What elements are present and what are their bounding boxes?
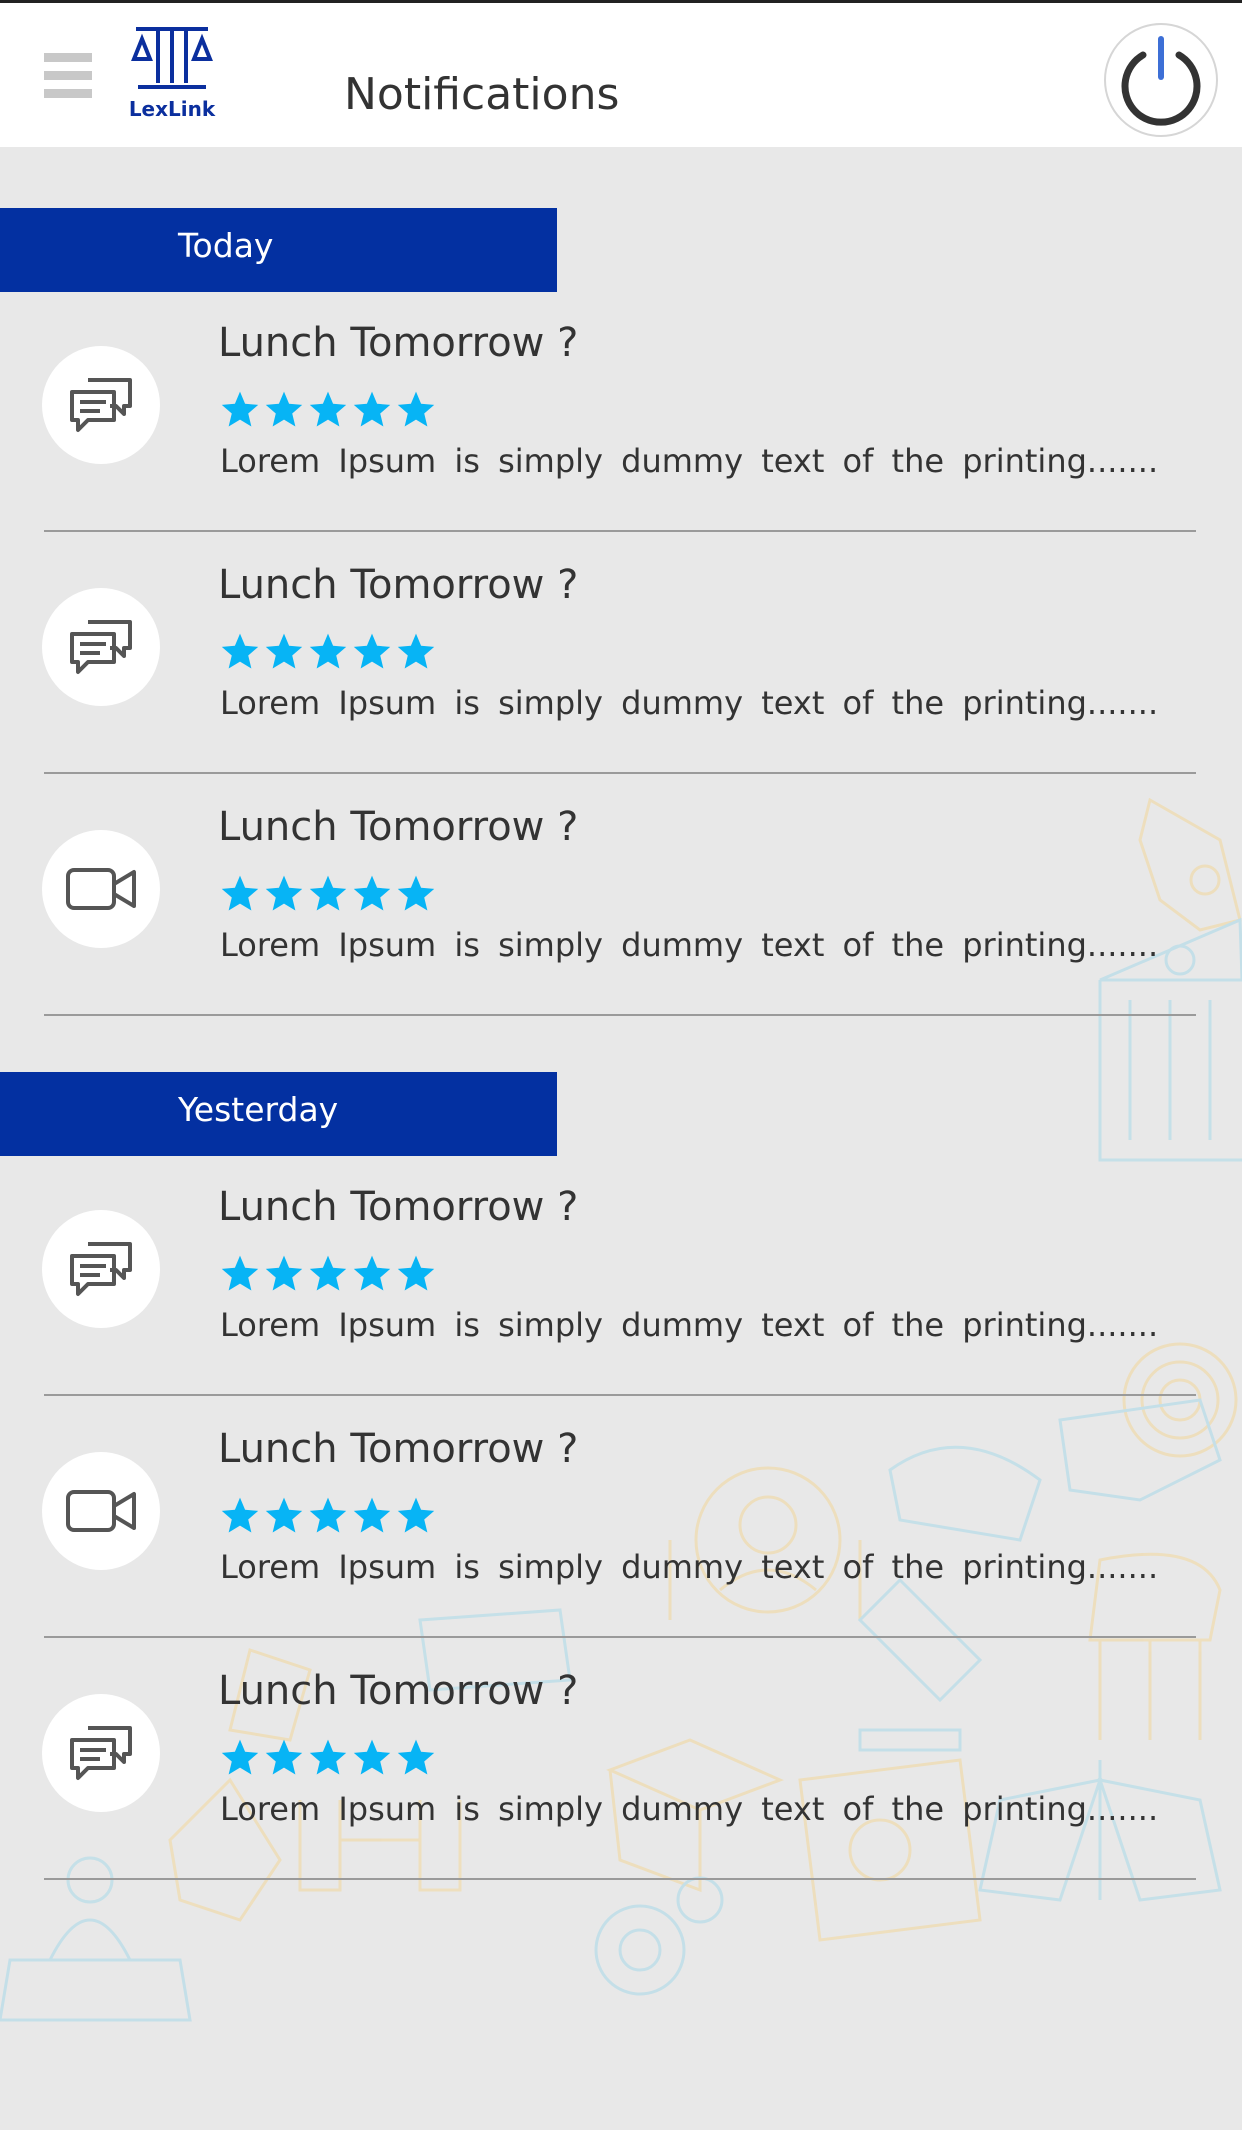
divider [44,772,1196,774]
star-icon [351,631,393,673]
notification-title: Lunch Tomorrow ? [218,1668,579,1714]
notification-avatar [42,830,160,948]
video-camera-icon [66,854,136,924]
star-rating [219,631,439,673]
star-rating [219,873,439,915]
star-icon [219,631,261,673]
star-icon [307,389,349,431]
notification-title: Lunch Tomorrow ? [218,562,579,608]
star-icon [351,389,393,431]
star-icon [219,1737,261,1779]
star-icon [351,873,393,915]
app-header: LexLink Notifications [0,3,1242,147]
notification-item[interactable]: Lunch Tomorrow ? Lorem Ipsum is simply du… [0,292,1242,534]
notification-avatar [42,588,160,706]
notification-title: Lunch Tomorrow ? [218,1184,579,1230]
star-icon [219,389,261,431]
star-icon [263,1495,305,1537]
star-icon [263,389,305,431]
notification-preview-text: Lorem Ipsum is simply dummy text of the … [220,1790,1159,1828]
scales-logo-icon [131,27,213,89]
star-icon [307,873,349,915]
divider [44,1636,1196,1638]
star-icon [219,1495,261,1537]
notification-preview-text: Lorem Ipsum is simply dummy text of the … [220,926,1159,964]
star-icon [351,1737,393,1779]
notification-preview-text: Lorem Ipsum is simply dummy text of the … [220,684,1159,722]
divider [44,1394,1196,1396]
notification-preview-text: Lorem Ipsum is simply dummy text of the … [220,1548,1159,1586]
chat-bubbles-icon [66,1234,136,1304]
star-rating [219,389,439,431]
star-icon [395,631,437,673]
video-camera-icon [66,1476,136,1546]
star-icon [263,873,305,915]
star-rating [219,1495,439,1537]
section-header: Yesterday [0,1072,557,1156]
star-icon [263,1737,305,1779]
notification-title: Lunch Tomorrow ? [218,804,579,850]
notification-avatar [42,1452,160,1570]
star-rating [219,1737,439,1779]
section-label: Yesterday [178,1090,339,1129]
star-icon [395,389,437,431]
star-icon [219,1253,261,1295]
page-title: Notifications [344,69,620,120]
star-icon [307,1495,349,1537]
power-button[interactable] [1104,23,1218,137]
star-icon [395,1495,437,1537]
notification-avatar [42,346,160,464]
divider [44,1014,1196,1016]
star-icon [263,631,305,673]
notification-item[interactable]: Lunch Tomorrow ? Lorem Ipsum is simply du… [0,776,1242,1018]
star-icon [395,1253,437,1295]
notification-preview-text: Lorem Ipsum is simply dummy text of the … [220,442,1159,480]
section-label: Today [178,226,274,265]
star-icon [263,1253,305,1295]
star-rating [219,1253,439,1295]
chat-bubbles-icon [66,612,136,682]
star-icon [351,1253,393,1295]
star-icon [219,873,261,915]
divider [44,530,1196,532]
divider [44,1878,1196,1880]
section-header: Today [0,208,557,292]
notification-title: Lunch Tomorrow ? [218,1426,579,1472]
notification-item[interactable]: Lunch Tomorrow ? Lorem Ipsum is simply du… [0,534,1242,776]
star-icon [307,1737,349,1779]
notification-title: Lunch Tomorrow ? [218,320,579,366]
star-icon [351,1495,393,1537]
chat-bubbles-icon [66,370,136,440]
notification-avatar [42,1210,160,1328]
notification-avatar [42,1694,160,1812]
notification-item[interactable]: Lunch Tomorrow ? Lorem Ipsum is simply du… [0,1156,1242,1398]
notification-item[interactable]: Lunch Tomorrow ? Lorem Ipsum is simply du… [0,1398,1242,1640]
star-icon [307,1253,349,1295]
hamburger-menu-icon[interactable] [44,53,92,99]
chat-bubbles-icon [66,1718,136,1788]
star-icon [307,631,349,673]
logo-text: LexLink [128,97,216,121]
star-icon [395,1737,437,1779]
notification-item[interactable]: Lunch Tomorrow ? Lorem Ipsum is simply du… [0,1640,1242,1882]
power-icon [1121,36,1201,126]
notification-preview-text: Lorem Ipsum is simply dummy text of the … [220,1306,1159,1344]
lexlink-logo: LexLink [128,21,216,125]
star-icon [395,873,437,915]
